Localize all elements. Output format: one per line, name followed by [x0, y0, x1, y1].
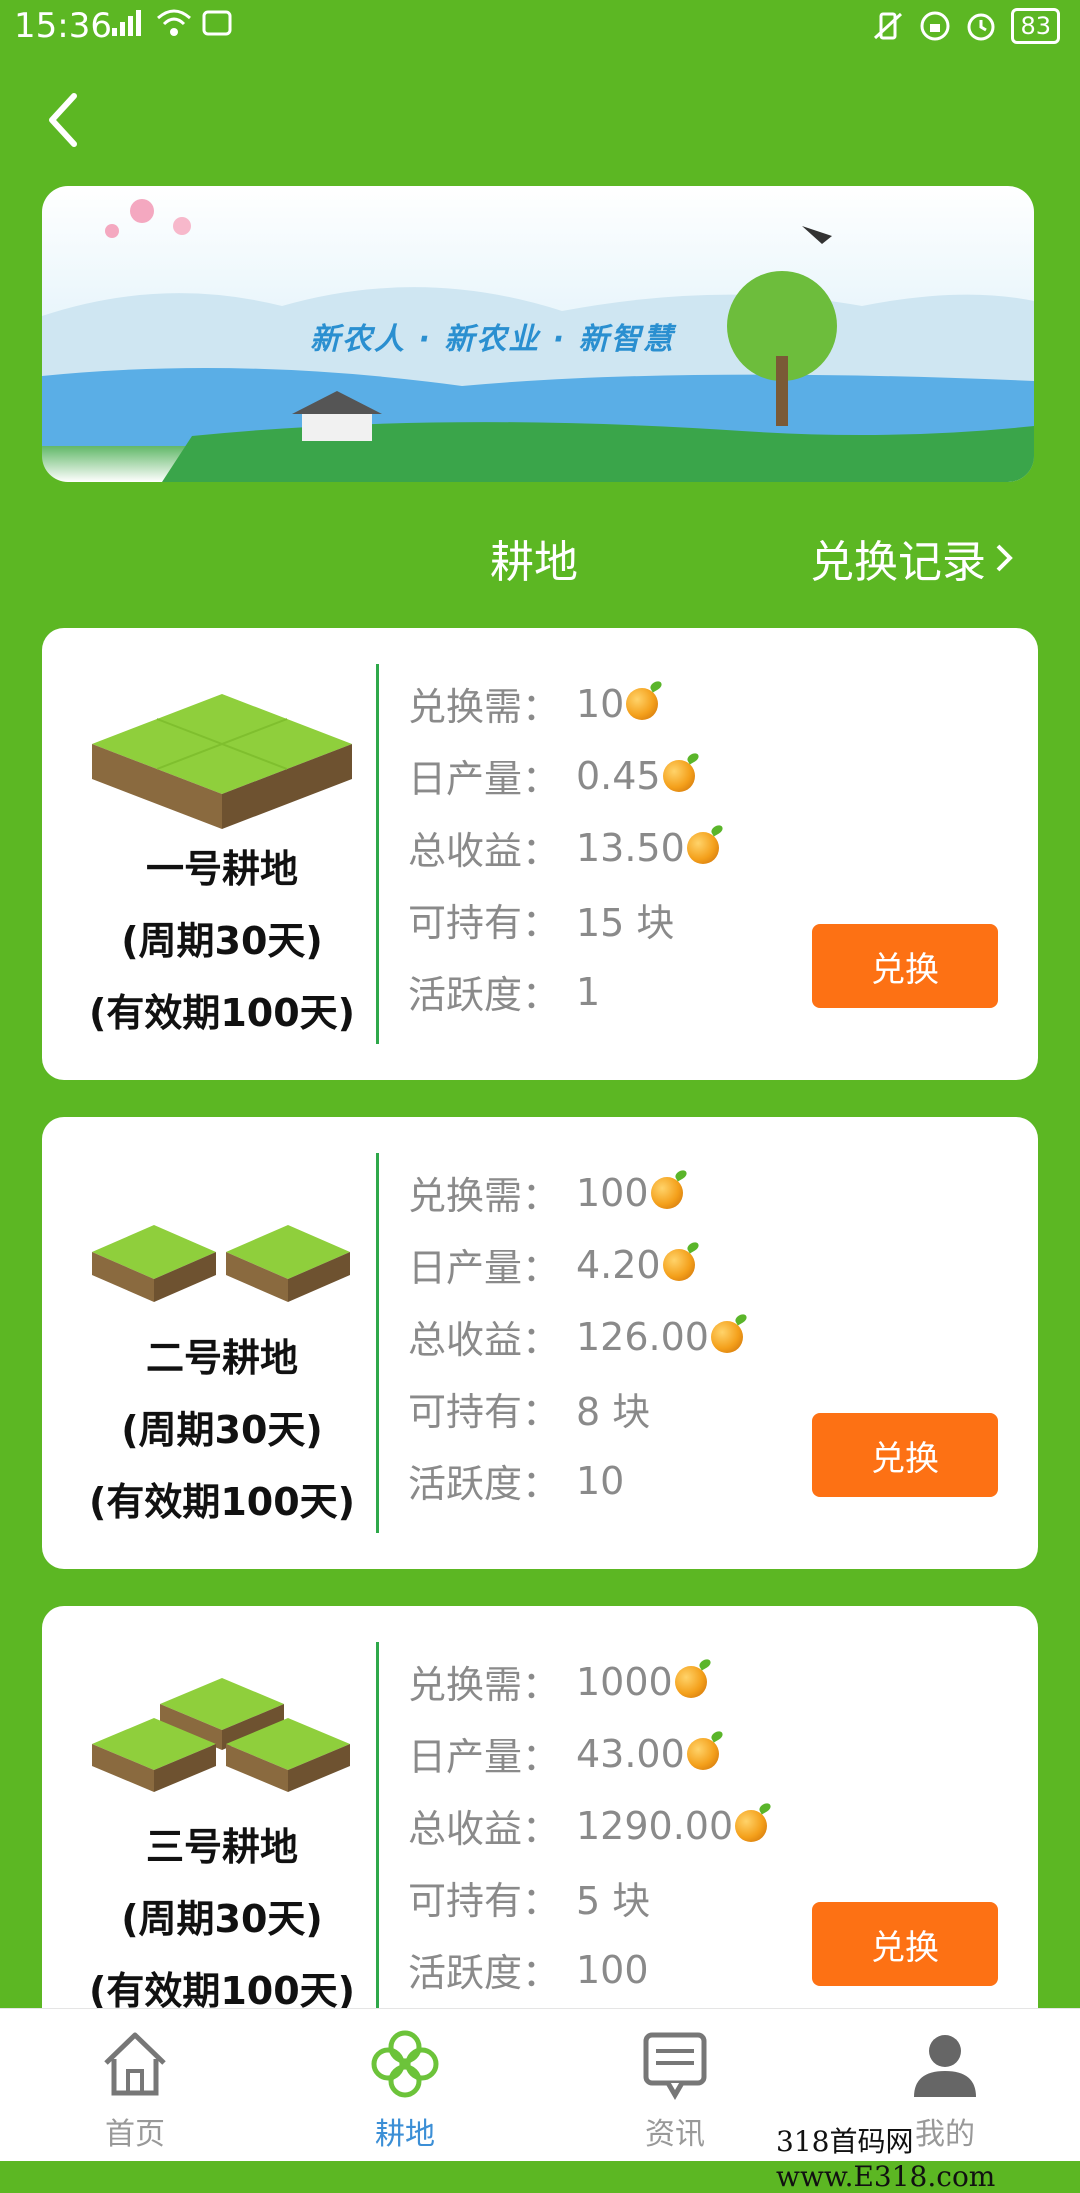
exchange-button[interactable]: 兑换	[812, 1902, 998, 1986]
news-icon	[643, 2032, 707, 2100]
home-icon	[104, 2032, 166, 2096]
battery-indicator: 83	[1011, 8, 1060, 44]
alarm-icon	[967, 13, 995, 41]
land-period: (周期30天)	[121, 1408, 323, 1452]
status-time: 15:36	[14, 6, 112, 46]
exchange-button[interactable]: 兑换	[812, 924, 998, 1008]
tab-label: 资讯	[645, 2117, 705, 2152]
status-right-icons: 83	[871, 8, 1060, 44]
wifi-icon	[157, 9, 191, 36]
coin-icon	[626, 687, 659, 720]
vibrate-icon	[874, 12, 903, 40]
coin-icon	[662, 1248, 695, 1281]
activity-row: 活跃度： 1	[408, 969, 601, 1018]
page-title: 耕地	[490, 537, 578, 588]
coin-icon	[674, 1665, 707, 1698]
activity-row: 活跃度： 100	[408, 1947, 649, 1996]
land-card: 一号耕地 (周期30天) (有效期100天) 兑换需： 10 日产量： 0.45…	[42, 628, 1038, 1080]
daily-value: 0.45	[576, 753, 661, 798]
hold-row: 可持有： 5 块	[408, 1870, 650, 1925]
card-divider	[376, 1642, 379, 2022]
land-period: (周期30天)	[121, 919, 323, 963]
total-row: 总收益： 1290.00	[408, 1798, 768, 1853]
chevron-right-icon	[996, 544, 1013, 572]
activity-value: 100	[576, 1947, 649, 1992]
activity-value: 1	[576, 969, 601, 1014]
tab-home[interactable]: 首页	[0, 2009, 270, 2161]
status-left-icons	[110, 8, 232, 38]
hold-row: 可持有： 8 块	[408, 1381, 650, 1436]
hd-icon	[202, 10, 232, 36]
status-bar: 15:36 83	[0, 0, 1080, 56]
daily-row: 日产量： 43.00	[408, 1726, 719, 1781]
coin-icon	[662, 759, 695, 792]
cost-value: 10	[576, 681, 625, 726]
daily-value: 43.00	[576, 1731, 685, 1776]
total-row: 总收益： 13.50	[408, 820, 719, 875]
cost-row: 兑换需： 100	[408, 1165, 683, 1220]
land-card: 三号耕地 (周期30天) (有效期100天) 兑换需： 1000 日产量： 43…	[42, 1606, 1038, 2058]
land-plot-image	[92, 694, 352, 829]
lock-rotation-icon	[920, 11, 950, 41]
watermark: 318首码网 www.E318.com	[776, 2125, 996, 2193]
daily-row: 日产量： 0.45	[408, 748, 695, 803]
coin-icon	[710, 1320, 743, 1353]
cost-value: 100	[576, 1170, 649, 1215]
total-row: 总收益： 126.00	[408, 1309, 743, 1364]
tab-label: 首页	[105, 2117, 165, 2152]
coin-icon	[686, 1737, 719, 1770]
land-name: 三号耕地	[145, 1825, 298, 1869]
land-validity: (有效期100天)	[88, 1480, 356, 1524]
land-plot-image	[92, 1678, 350, 1792]
banner[interactable]: 新农人 · 新农业 · 新智慧	[42, 186, 1034, 482]
hold-value: 15 块	[576, 901, 675, 945]
land-plot-image	[92, 1225, 350, 1302]
total-value: 1290.00	[576, 1803, 734, 1848]
total-value: 126.00	[576, 1314, 709, 1359]
daily-value: 4.20	[576, 1242, 661, 1287]
card-divider	[376, 664, 379, 1044]
land-period: (周期30天)	[121, 1897, 323, 1941]
land-validity: (有效期100天)	[88, 1969, 356, 2013]
activity-value: 10	[576, 1458, 625, 1503]
daily-row: 日产量： 4.20	[408, 1237, 695, 1292]
hold-value: 8 块	[576, 1390, 651, 1434]
signal-icon	[112, 10, 141, 36]
total-value: 13.50	[576, 825, 685, 870]
coin-icon	[650, 1176, 683, 1209]
cost-value: 1000	[576, 1659, 673, 1704]
land-name: 二号耕地	[145, 1336, 298, 1380]
user-icon	[914, 2035, 976, 2097]
card-divider	[376, 1153, 379, 1533]
exchange-record-label: 兑换记录	[810, 537, 986, 588]
cost-row: 兑换需： 10	[408, 676, 659, 731]
back-button[interactable]	[44, 90, 84, 150]
cost-row: 兑换需： 1000	[408, 1654, 707, 1709]
land-name: 一号耕地	[145, 847, 298, 891]
coin-icon	[686, 831, 719, 864]
coin-icon	[735, 1809, 768, 1842]
clover-icon	[371, 2030, 439, 2098]
hold-row: 可持有： 15 块	[408, 892, 674, 947]
hold-value: 5 块	[576, 1879, 651, 1923]
activity-row: 活跃度： 10	[408, 1458, 625, 1507]
tab-label: 耕地	[375, 2117, 435, 2152]
land-validity: (有效期100天)	[88, 991, 356, 1035]
banner-slogan: 新农人 · 新农业 · 新智慧	[310, 322, 675, 357]
exchange-button[interactable]: 兑换	[812, 1413, 998, 1497]
tab-farmland[interactable]: 耕地	[270, 2009, 540, 2161]
land-card: 二号耕地 (周期30天) (有效期100天) 兑换需： 100 日产量： 4.2…	[42, 1117, 1038, 1569]
exchange-record-link[interactable]: 兑换记录	[810, 526, 1016, 590]
tab-news[interactable]: 资讯	[540, 2009, 810, 2161]
